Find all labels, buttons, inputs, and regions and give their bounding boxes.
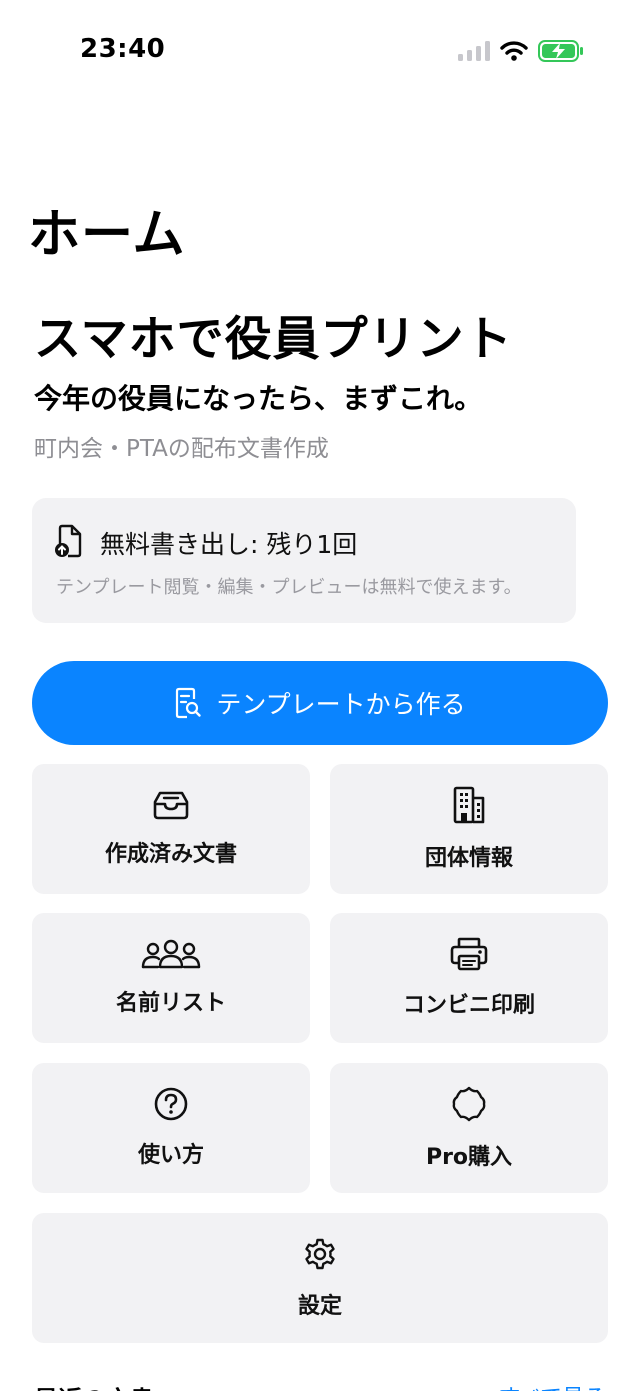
status-icons: [458, 40, 584, 62]
free-usage-note: テンプレート閲覧・編集・プレビューは無料で使えます。: [56, 577, 522, 598]
name-list-tile[interactable]: 名前リスト: [32, 913, 310, 1043]
recent-documents-title: 最近の文書: [34, 1380, 154, 1391]
name-list-label: 名前リスト: [115, 991, 226, 1016]
see-all-link[interactable]: すべて見る: [498, 1380, 606, 1391]
create-from-template-button[interactable]: テンプレートから作る: [32, 661, 608, 745]
battery-charging-icon: [538, 40, 584, 62]
document-upload-icon: [54, 524, 86, 558]
free-export-remaining: 無料書き出し: 残り1回: [100, 530, 358, 559]
create-from-template-label: テンプレートから作る: [216, 690, 466, 719]
page-title: ホーム: [28, 205, 186, 265]
hero-title: スマホで役員プリント: [34, 312, 513, 367]
free-export-quota-card: 無料書き出し: 残り1回 テンプレート閲覧・編集・プレビューは無料で使えます。: [32, 498, 576, 623]
how-to-use-label: 使い方: [137, 1143, 204, 1168]
pro-purchase-tile[interactable]: Pro購入: [330, 1063, 608, 1193]
settings-tile[interactable]: 設定: [32, 1213, 608, 1343]
settings-label: 設定: [297, 1294, 342, 1319]
tray-icon: [151, 790, 191, 820]
seal-icon: [450, 1085, 488, 1123]
convenience-store-print-tile[interactable]: コンビニ印刷: [330, 913, 608, 1043]
question-icon: [154, 1087, 188, 1121]
saved-documents-label: 作成済み文書: [104, 842, 237, 867]
hero-caption: 町内会・PTAの配布文書作成: [34, 436, 329, 462]
status-time: 23:40: [80, 34, 166, 64]
printer-icon: [450, 937, 488, 971]
people-icon: [141, 939, 201, 969]
wifi-icon: [500, 41, 528, 61]
building-icon: [452, 786, 486, 824]
convenience-store-print-label: コンビニ印刷: [402, 993, 535, 1018]
cellular-signal-icon: [458, 41, 490, 61]
pro-purchase-label: Pro購入: [425, 1145, 513, 1170]
hero-subtitle: 今年の役員になったら、まずこれ。: [34, 382, 483, 415]
organization-info-label: 団体情報: [424, 846, 513, 871]
organization-info-tile[interactable]: 団体情報: [330, 764, 608, 894]
saved-documents-tile[interactable]: 作成済み文書: [32, 764, 310, 894]
document-search-icon: [174, 687, 202, 719]
how-to-use-tile[interactable]: 使い方: [32, 1063, 310, 1193]
gear-icon: [302, 1236, 338, 1272]
home-screen: 23:40 ホーム スマホで役員プリント 今年の役員になったら、まずこれ。 町内…: [0, 0, 640, 1391]
